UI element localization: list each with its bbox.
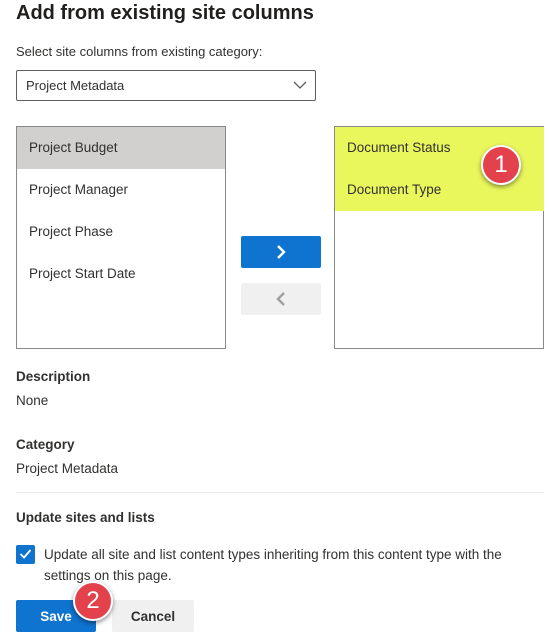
dialog-title: Add from existing site columns <box>16 2 314 24</box>
category-value: Project Metadata <box>16 461 119 476</box>
divider <box>16 492 544 493</box>
list-item[interactable]: Project Start Date <box>17 253 225 295</box>
available-columns-list[interactable]: Project Budget Project Manager Project P… <box>16 126 226 349</box>
category-dropdown-value: Project Metadata <box>26 78 125 93</box>
chevron-right-icon <box>277 245 286 259</box>
category-label: Category <box>16 437 75 452</box>
update-checkbox[interactable] <box>16 545 35 564</box>
list-item[interactable]: Project Manager <box>17 169 225 211</box>
chevron-down-icon <box>293 81 307 89</box>
list-item[interactable]: Project Phase <box>17 211 225 253</box>
description-label: Description <box>16 369 91 384</box>
category-select-label: Select site columns from existing catego… <box>16 44 263 59</box>
remove-column-button[interactable] <box>241 283 321 315</box>
checkmark-icon <box>19 549 32 559</box>
description-value: None <box>16 393 49 408</box>
callout-badge-1: 1 <box>481 145 521 185</box>
update-checkbox-label: Update all site and list content types i… <box>44 547 502 583</box>
update-heading: Update sites and lists <box>16 510 155 525</box>
chevron-left-icon <box>276 292 285 306</box>
list-item[interactable]: Project Budget <box>17 127 225 169</box>
callout-badge-2: 2 <box>73 581 113 621</box>
add-column-button[interactable] <box>241 236 321 268</box>
category-dropdown[interactable]: Project Metadata <box>16 70 316 101</box>
cancel-button[interactable]: Cancel <box>112 600 194 632</box>
